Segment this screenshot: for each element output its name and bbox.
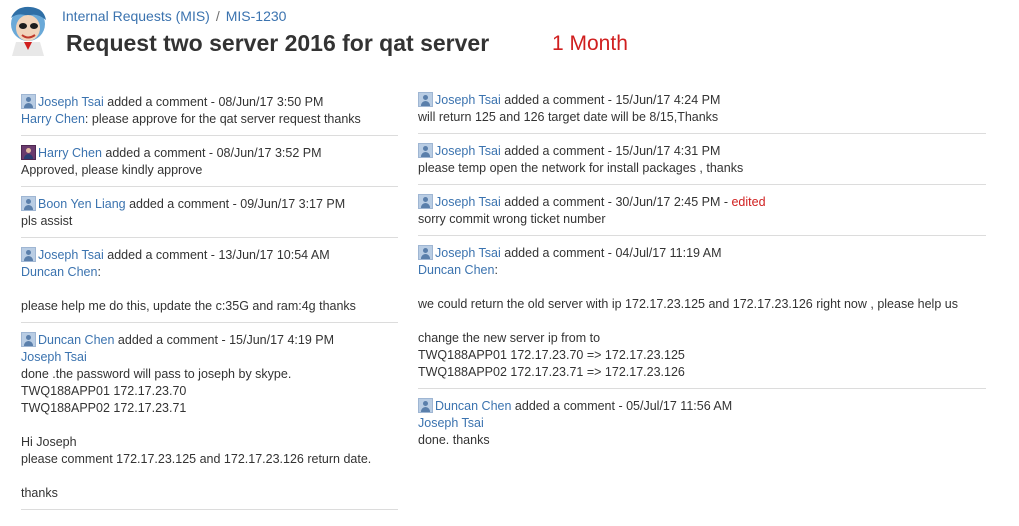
user-avatar-icon[interactable]	[418, 398, 433, 413]
breadcrumb-project-link[interactable]: Internal Requests (MIS)	[62, 8, 210, 24]
comment-text: thanks	[21, 486, 58, 500]
comment-meta: added a comment - 08/Jun/17 3:50 PM	[103, 95, 324, 109]
comment-item: Joseph Tsai added a comment - 13/Jun/17 …	[21, 245, 398, 323]
comment-text: done. thanks	[418, 433, 490, 447]
comment-item: Joseph Tsai added a comment - 15/Jun/17 …	[418, 141, 986, 185]
status-badge: 1 Month	[552, 32, 628, 55]
user-avatar-icon[interactable]	[21, 332, 36, 347]
comment-meta: added a comment - 15/Jun/17 4:19 PM	[114, 333, 335, 347]
user-avatar-icon[interactable]	[21, 196, 36, 211]
comment-mention-link[interactable]: Harry Chen	[21, 112, 85, 126]
comment-author-link[interactable]: Joseph Tsai	[38, 95, 104, 109]
comment-meta: added a comment - 05/Jul/17 11:56 AM	[511, 399, 733, 413]
comment-text: pls assist	[21, 214, 73, 228]
comment-text: please temp open the network for install…	[418, 161, 744, 175]
comment-text: :	[97, 265, 101, 279]
comment-item: Duncan Chen added a comment - 15/Jun/17 …	[21, 330, 398, 510]
comment-text: sorry commit wrong ticket number	[418, 212, 606, 226]
comment-text: TWQ188APP02 172.17.23.71 => 172.17.23.12…	[418, 365, 685, 379]
breadcrumb-issue-link[interactable]: MIS-1230	[226, 8, 287, 24]
comment-text: please comment 172.17.23.125 and 172.17.…	[21, 452, 372, 466]
comment-author-link[interactable]: Joseph Tsai	[435, 144, 501, 158]
comment-author-link[interactable]: Duncan Chen	[38, 333, 114, 347]
comment-author-link[interactable]: Joseph Tsai	[435, 246, 501, 260]
user-avatar-icon[interactable]	[418, 143, 433, 158]
comment-text: TWQ188APP01 172.17.23.70	[21, 384, 187, 398]
comment-text: TWQ188APP01 172.17.23.70 => 172.17.23.12…	[418, 348, 685, 362]
comments-right-column: Joseph Tsai added a comment - 15/Jun/17 …	[418, 90, 986, 463]
comment-author-link[interactable]: Harry Chen	[38, 146, 102, 160]
breadcrumb-separator: /	[215, 8, 220, 24]
comment-mention-link[interactable]: Duncan Chen	[21, 265, 97, 279]
comment-author-link[interactable]: Joseph Tsai	[38, 248, 104, 262]
project-avatar-icon[interactable]	[6, 4, 50, 56]
comment-text: Approved, please kindly approve	[21, 163, 203, 177]
comment-item: Joseph Tsai added a comment - 08/Jun/17 …	[21, 92, 398, 136]
comment-meta: added a comment - 15/Jun/17 4:31 PM	[500, 144, 721, 158]
comment-mention-link[interactable]: Joseph Tsai	[21, 350, 87, 364]
comment-author-link[interactable]: Duncan Chen	[435, 399, 511, 413]
comment-item: Joseph Tsai added a comment - 04/Jul/17 …	[418, 243, 986, 389]
comment-text: change the new server ip from to	[418, 331, 601, 345]
comment-text: will return 125 and 126 target date will…	[418, 110, 719, 124]
comment-item: Joseph Tsai added a comment - 15/Jun/17 …	[418, 90, 986, 134]
comment-text: :	[494, 263, 498, 277]
user-avatar-icon[interactable]	[418, 92, 433, 107]
user-avatar-icon[interactable]	[418, 245, 433, 260]
comment-item: Joseph Tsai added a comment - 30/Jun/17 …	[418, 192, 986, 236]
edited-indicator[interactable]: edited	[731, 195, 765, 209]
comment-item: Harry Chen added a comment - 08/Jun/17 3…	[21, 143, 398, 187]
comment-text: Hi Joseph	[21, 435, 77, 449]
comment-text: done .the password will pass to joseph b…	[21, 367, 292, 381]
comment-meta: added a comment - 13/Jun/17 10:54 AM	[103, 248, 330, 262]
user-avatar-icon[interactable]	[21, 94, 36, 109]
comment-meta: added a comment - 09/Jun/17 3:17 PM	[125, 197, 346, 211]
comment-meta: added a comment - 30/Jun/17 2:45 PM -	[500, 195, 732, 209]
comment-meta: added a comment - 15/Jun/17 4:24 PM	[500, 93, 721, 107]
comment-text: : please approve for the qat server requ…	[84, 112, 361, 126]
comment-author-link[interactable]: Joseph Tsai	[435, 195, 501, 209]
comment-text: we could return the old server with ip 1…	[418, 297, 958, 311]
comment-author-link[interactable]: Boon Yen Liang	[38, 197, 126, 211]
user-avatar-icon[interactable]	[21, 145, 36, 160]
comment-text: TWQ188APP02 172.17.23.71	[21, 401, 187, 415]
comment-mention-link[interactable]: Joseph Tsai	[418, 416, 484, 430]
comment-meta: added a comment - 04/Jul/17 11:19 AM	[500, 246, 722, 260]
comment-author-link[interactable]: Joseph Tsai	[435, 93, 501, 107]
comment-item: Boon Yen Liang added a comment - 09/Jun/…	[21, 194, 398, 238]
user-avatar-icon[interactable]	[418, 194, 433, 209]
user-avatar-icon[interactable]	[21, 247, 36, 262]
breadcrumb: Internal Requests (MIS) / MIS-1230	[62, 8, 286, 24]
comment-mention-link[interactable]: Duncan Chen	[418, 263, 494, 277]
comment-meta: added a comment - 08/Jun/17 3:52 PM	[101, 146, 322, 160]
comment-text: please help me do this, update the c:35G…	[21, 299, 356, 313]
comment-item: Duncan Chen added a comment - 05/Jul/17 …	[418, 396, 986, 456]
comments-left-column: Joseph Tsai added a comment - 08/Jun/17 …	[21, 92, 398, 517]
page-title: Request two server 2016 for qat server	[66, 30, 490, 56]
